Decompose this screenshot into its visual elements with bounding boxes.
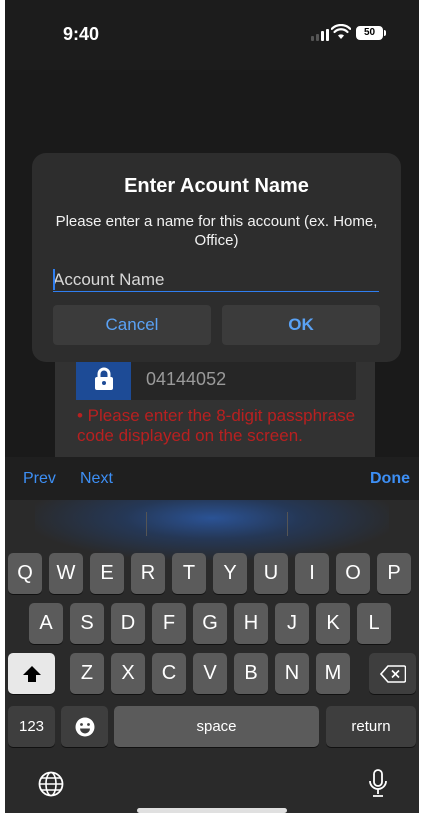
emoji-icon bbox=[75, 717, 94, 736]
keyboard-accessory-bar: Prev Next Done bbox=[5, 457, 419, 500]
error-message: • Please enter the 8-digit passphrase co… bbox=[77, 406, 356, 445]
key-n[interactable]: N bbox=[275, 653, 309, 694]
battery-icon: 50 bbox=[356, 26, 383, 40]
key-c[interactable]: C bbox=[152, 653, 186, 694]
globe-icon[interactable] bbox=[37, 770, 65, 798]
key-p[interactable]: P bbox=[377, 553, 411, 594]
return-key[interactable]: return bbox=[326, 706, 416, 747]
wifi-icon bbox=[331, 24, 351, 39]
backspace-icon bbox=[379, 664, 406, 683]
status-bar: 9:40 50 bbox=[5, 0, 419, 70]
key-h[interactable]: H bbox=[234, 603, 268, 644]
key-y[interactable]: Y bbox=[213, 553, 247, 594]
key-a[interactable]: A bbox=[29, 603, 63, 644]
key-r[interactable]: R bbox=[131, 553, 165, 594]
shift-key[interactable] bbox=[8, 653, 55, 694]
done-button[interactable]: Done bbox=[370, 470, 410, 488]
key-u[interactable]: U bbox=[254, 553, 288, 594]
emoji-key[interactable] bbox=[61, 706, 108, 747]
key-d[interactable]: D bbox=[111, 603, 145, 644]
passcode-value: 04144052 bbox=[146, 369, 227, 389]
cancel-button[interactable]: Cancel bbox=[53, 305, 211, 345]
key-v[interactable]: V bbox=[193, 653, 227, 694]
lock-icon bbox=[94, 367, 113, 390]
suggestion-divider bbox=[146, 512, 147, 536]
key-o[interactable]: O bbox=[336, 553, 370, 594]
suggestion-divider bbox=[287, 512, 288, 536]
shift-icon bbox=[22, 665, 41, 682]
prev-button[interactable]: Prev bbox=[23, 470, 56, 488]
key-j[interactable]: J bbox=[275, 603, 309, 644]
numbers-key[interactable]: 123 bbox=[8, 706, 55, 747]
signal-icon bbox=[311, 29, 329, 41]
key-f[interactable]: F bbox=[152, 603, 186, 644]
key-g[interactable]: G bbox=[193, 603, 227, 644]
dialog-title: Enter Acount Name bbox=[124, 175, 309, 197]
key-x[interactable]: X bbox=[111, 653, 145, 694]
backspace-key[interactable] bbox=[369, 653, 416, 694]
key-k[interactable]: K bbox=[316, 603, 350, 644]
space-key[interactable]: space bbox=[114, 706, 319, 747]
status-time: 9:40 bbox=[63, 24, 100, 44]
key-m[interactable]: M bbox=[316, 653, 350, 694]
dialog-message: Please enter a name for this account (ex… bbox=[55, 213, 378, 249]
key-t[interactable]: T bbox=[172, 553, 206, 594]
key-e[interactable]: E bbox=[90, 553, 124, 594]
next-button[interactable]: Next bbox=[80, 470, 113, 488]
ok-button[interactable]: OK bbox=[222, 305, 380, 345]
keyboard: Q W E R T Y U I O P A S D F G H J K L Z … bbox=[5, 500, 419, 813]
key-z[interactable]: Z bbox=[70, 653, 104, 694]
home-indicator bbox=[137, 808, 287, 813]
key-l[interactable]: L bbox=[357, 603, 391, 644]
lock-icon-box bbox=[76, 358, 131, 400]
key-b[interactable]: B bbox=[234, 653, 268, 694]
phone-screen: 9:40 50 04144052 • Please enter the 8-di… bbox=[5, 0, 419, 813]
account-name-dialog: Enter Acount Name Please enter a name fo… bbox=[32, 153, 401, 362]
account-name-input[interactable] bbox=[53, 268, 379, 292]
key-q[interactable]: Q bbox=[8, 553, 42, 594]
suggestion-glow bbox=[35, 500, 389, 560]
key-w[interactable]: W bbox=[49, 553, 83, 594]
text-caret bbox=[53, 269, 55, 290]
battery-tip bbox=[384, 30, 386, 36]
microphone-icon[interactable] bbox=[368, 768, 388, 800]
passcode-field: 04144052 bbox=[76, 358, 356, 400]
key-i[interactable]: I bbox=[295, 553, 329, 594]
key-s[interactable]: S bbox=[70, 603, 104, 644]
